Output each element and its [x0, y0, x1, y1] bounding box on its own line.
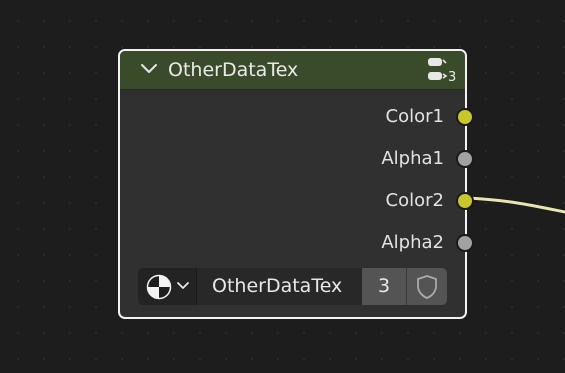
- chevron-down-icon[interactable]: [140, 62, 158, 76]
- socket-label: Alpha1: [381, 148, 444, 169]
- color-socket[interactable]: [456, 192, 474, 210]
- value-socket[interactable]: [456, 150, 474, 168]
- value-socket[interactable]: [456, 234, 474, 252]
- user-count-value: 3: [377, 275, 391, 297]
- fake-user-button[interactable]: [406, 268, 447, 305]
- shield-icon: [417, 275, 437, 299]
- socket-label: Color2: [385, 190, 444, 211]
- output-socket-alpha2: Alpha2: [145, 231, 474, 255]
- output-socket-color2: Color2: [145, 189, 474, 213]
- data-block-name: OtherDataTex: [212, 275, 343, 297]
- output-socket-color1: Color1: [145, 105, 474, 129]
- node-users-count: 3: [448, 70, 457, 85]
- user-count-button[interactable]: 3: [362, 268, 406, 305]
- node-header[interactable]: OtherDataTex 3: [120, 51, 465, 90]
- output-socket-alpha1: Alpha1: [145, 147, 474, 171]
- chevron-down-icon: [177, 282, 189, 289]
- data-block-name-field[interactable]: OtherDataTex: [198, 268, 362, 305]
- texture-node[interactable]: OtherDataTex 3 Color1 Alpha1 Color2 Alph…: [118, 49, 474, 319]
- browse-texture-button[interactable]: [138, 268, 197, 305]
- color-socket[interactable]: [456, 108, 474, 126]
- texture-checker-icon: [146, 274, 172, 300]
- node-title: OtherDataTex: [168, 59, 299, 81]
- socket-label: Alpha2: [381, 232, 444, 253]
- socket-label: Color1: [385, 106, 444, 127]
- data-block-selector: OtherDataTex 3: [138, 268, 447, 305]
- users-icon: [428, 58, 448, 80]
